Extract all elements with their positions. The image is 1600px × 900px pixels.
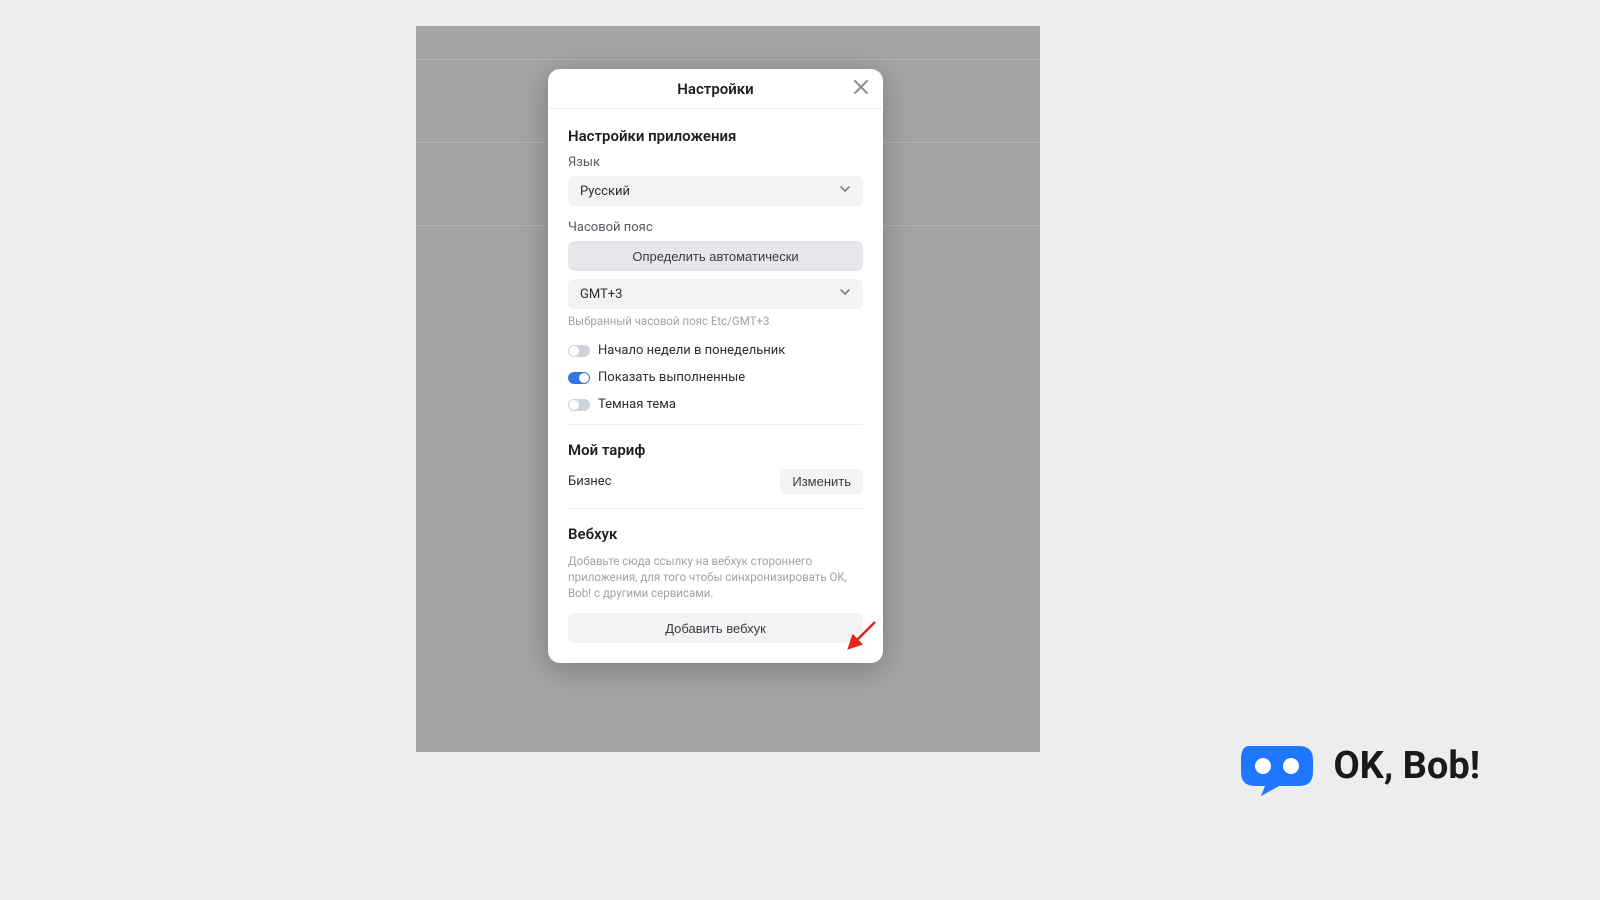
webhook-hint: Добавьте сюда ссылку на вебхук стороннег… — [568, 553, 863, 601]
timezone-label: Часовой пояс — [568, 220, 863, 235]
detect-timezone-button[interactable]: Определить автоматически — [568, 241, 863, 271]
divider — [568, 424, 863, 425]
chevron-down-icon — [839, 183, 851, 199]
logo-text: OK, Bob! — [1333, 744, 1480, 788]
show-completed-toggle-row: Показать выполненные — [568, 370, 863, 385]
settings-modal: Настройки Настройки приложения Язык Русс… — [548, 69, 883, 663]
modal-title: Настройки — [677, 80, 753, 98]
dark-theme-toggle[interactable] — [568, 399, 590, 411]
divider — [568, 508, 863, 509]
week-start-toggle[interactable] — [568, 345, 590, 357]
show-completed-toggle[interactable] — [568, 372, 590, 384]
change-plan-button[interactable]: Изменить — [780, 469, 863, 494]
language-value: Русский — [580, 184, 630, 199]
app-settings-heading: Настройки приложения — [568, 127, 863, 145]
detect-timezone-label: Определить автоматически — [632, 249, 798, 264]
chevron-down-icon — [839, 286, 851, 302]
webhook-heading: Вебхук — [568, 525, 863, 543]
change-plan-label: Изменить — [792, 474, 851, 489]
toggle-knob — [569, 400, 579, 410]
plan-heading: Мой тариф — [568, 441, 863, 459]
timezone-hint: Выбранный часовой пояс Etc/GMT+3 — [568, 313, 863, 329]
close-icon — [854, 79, 868, 98]
language-select[interactable]: Русский — [568, 176, 863, 206]
timezone-value: GMT+3 — [580, 287, 622, 302]
brand-logo: OK, Bob! — [1237, 742, 1480, 790]
plan-row: Бизнес Изменить — [568, 469, 863, 494]
add-webhook-button[interactable]: Добавить вебхук — [568, 613, 863, 643]
logo-bubble-icon — [1237, 742, 1317, 790]
language-label: Язык — [568, 155, 863, 170]
week-start-label: Начало недели в понедельник — [598, 343, 785, 358]
modal-header: Настройки — [548, 69, 883, 109]
plan-name: Бизнес — [568, 474, 612, 489]
close-button[interactable] — [849, 77, 873, 101]
show-completed-label: Показать выполненные — [598, 370, 745, 385]
toggle-knob — [569, 346, 579, 356]
add-webhook-label: Добавить вебхук — [665, 621, 766, 636]
modal-body: Настройки приложения Язык Русский Часово… — [548, 109, 883, 663]
timezone-select[interactable]: GMT+3 — [568, 279, 863, 309]
toggle-knob — [579, 373, 589, 383]
week-start-toggle-row: Начало недели в понедельник — [568, 343, 863, 358]
dark-theme-toggle-row: Темная тема — [568, 397, 863, 412]
dark-theme-label: Темная тема — [598, 397, 676, 412]
